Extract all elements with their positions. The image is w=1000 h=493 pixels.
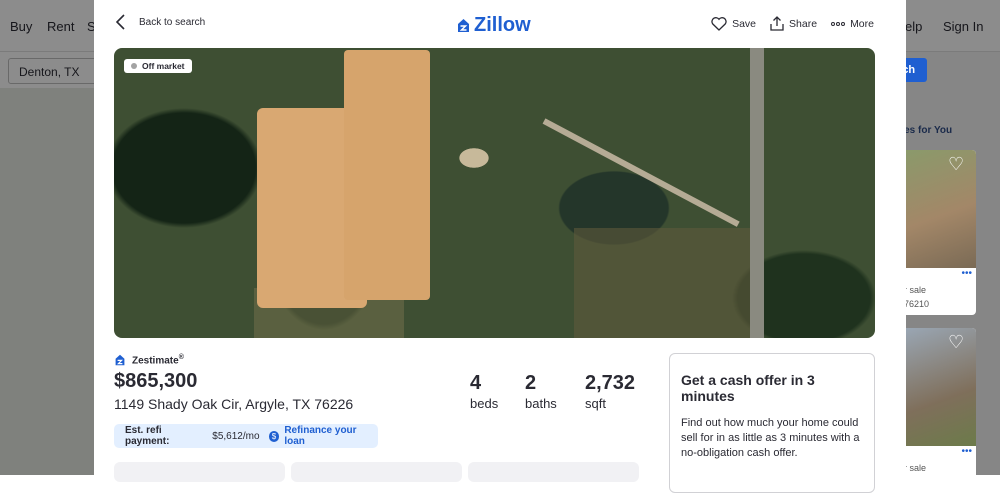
- stat-beds: 4 beds: [470, 372, 498, 411]
- status-label: Off market: [142, 61, 185, 71]
- save-label: Save: [732, 17, 757, 30]
- stat-value: 2: [525, 372, 537, 394]
- share-button[interactable]: Share: [770, 16, 817, 31]
- heart-icon[interactable]: ♡: [948, 332, 964, 353]
- heart-icon[interactable]: ♡: [948, 154, 964, 175]
- listing-photo: [902, 150, 976, 268]
- cash-offer-body: Find out how much your home could sell f…: [681, 417, 860, 459]
- zillow-logo[interactable]: Zillow: [456, 14, 531, 37]
- more-dots-icon[interactable]: •••: [902, 446, 976, 457]
- zestimate-text: Zestimate: [132, 355, 179, 367]
- property-address: 1149 Shady Oak Cir, Argyle, TX 76226: [114, 396, 354, 412]
- registered-mark: ®: [178, 354, 184, 361]
- listing-card[interactable]: ♡ ••• r sale: [902, 328, 976, 493]
- status-badge: Off market: [124, 59, 192, 73]
- listing-card[interactable]: ♡ ••• r sale 76210: [902, 150, 976, 315]
- save-button[interactable]: Save: [711, 16, 757, 31]
- action-pill[interactable]: [468, 462, 639, 482]
- stat-baths: 2 baths: [525, 372, 557, 411]
- zillow-z-icon: [458, 19, 469, 32]
- zestimate-icon: [115, 354, 125, 366]
- more-dots-icon: [831, 21, 846, 26]
- more-label: More: [850, 17, 874, 30]
- share-label: Share: [789, 17, 818, 30]
- listing-status: r sale: [904, 285, 927, 295]
- homes-for-you-title: nes for You: [898, 125, 953, 136]
- stat-sqft: 2,732 sqft: [585, 372, 635, 411]
- photo-cleared-land: [344, 50, 430, 300]
- refinance-link[interactable]: Refinance your loan: [284, 425, 378, 447]
- refi-value: $5,612/mo: [212, 430, 260, 442]
- zestimate-price: $865,300: [114, 370, 198, 392]
- chevron-left-icon: [116, 14, 125, 30]
- dollar-icon: $: [268, 430, 280, 442]
- photo-path: [542, 118, 740, 227]
- back-label: Back to search: [139, 16, 206, 28]
- property-modal: Back to search Zillow Save Share More Of…: [94, 0, 906, 493]
- property-aerial-photo[interactable]: Off market: [114, 48, 875, 338]
- refi-payment-banner[interactable]: Est. refi payment: $5,612/mo $ Refinance…: [114, 424, 378, 448]
- cash-offer-title: Get a cash offer in 3 minutes: [681, 372, 815, 404]
- share-icon: [770, 16, 784, 31]
- cash-offer-card: Get a cash offer in 3 minutes Find out h…: [669, 353, 875, 493]
- modal-topbar: Back to search Zillow Save Share More: [94, 0, 906, 48]
- zestimate-label: Zestimate®: [114, 354, 184, 366]
- stat-value: 2,732: [585, 372, 636, 394]
- listing-status: r sale: [904, 463, 927, 473]
- action-pills: [114, 462, 639, 482]
- status-dot-icon: [131, 63, 137, 69]
- action-pill[interactable]: [114, 462, 285, 482]
- logo-text: Zillow: [474, 14, 531, 36]
- listing-zip: 76210: [904, 299, 930, 309]
- photo-road: [750, 48, 764, 338]
- back-to-search-button[interactable]: Back to search: [116, 14, 205, 30]
- stat-label: sqft: [585, 396, 606, 411]
- more-button[interactable]: More: [831, 18, 874, 30]
- stat-label: baths: [525, 396, 557, 411]
- stat-label: beds: [470, 396, 499, 411]
- refi-label: Est. refi payment:: [125, 425, 170, 447]
- photo-field: [574, 228, 754, 338]
- listing-photo: [902, 328, 976, 446]
- stat-value: 4: [470, 372, 482, 394]
- action-pill[interactable]: [291, 462, 462, 482]
- more-dots-icon[interactable]: •••: [902, 268, 976, 279]
- heart-icon: [711, 16, 727, 31]
